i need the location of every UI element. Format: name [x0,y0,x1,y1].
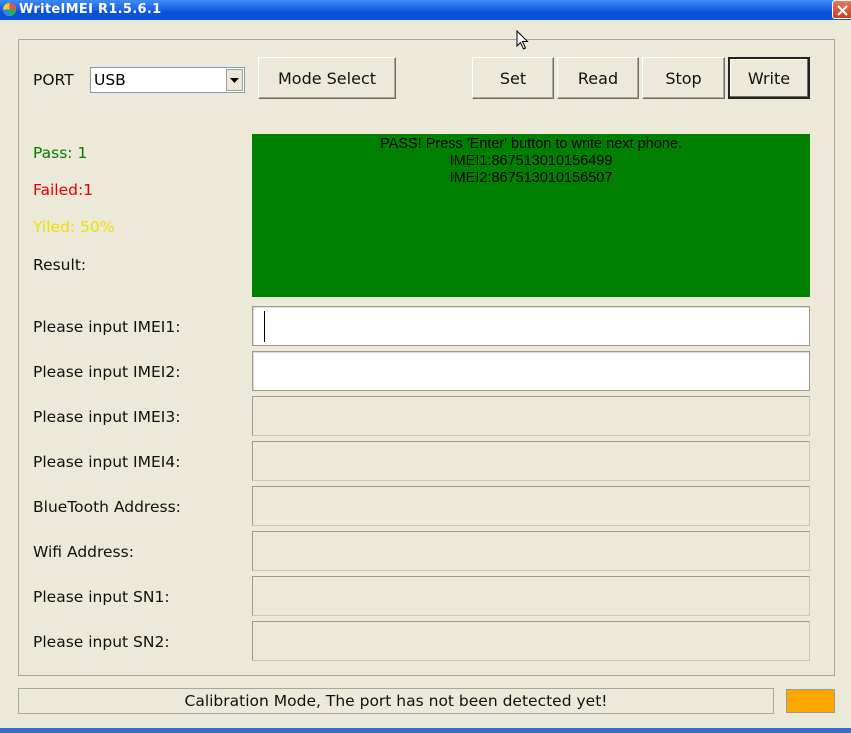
imei4-label: Please input IMEI4: [33,453,181,471]
imei2-input[interactable] [252,351,810,391]
text-caret [264,311,265,342]
sn2-label: Please input SN2: [33,633,170,651]
pass-count: Pass: 1 [33,144,88,162]
yield-rate: Yiled: 50% [33,218,115,236]
imei4-input [252,441,810,481]
dropdown-button[interactable] [226,69,243,91]
result-message: PASS! Press 'Enter' button to write next… [380,136,682,152]
sn1-label: Please input SN1: [33,588,170,606]
result-imei1: IMEI1:867513010156499 [449,153,613,169]
failed-count: Failed:1 [33,181,94,199]
window-title: WriteIMEI R1.5.6.1 [19,2,162,17]
imei1-label: Please input IMEI1: [33,318,181,336]
imei3-label: Please input IMEI3: [33,408,181,426]
mode-select-button[interactable]: Mode Select [258,57,396,99]
imei2-label: Please input IMEI2: [33,363,181,381]
app-icon [2,2,17,17]
mouse-cursor-icon [516,30,529,50]
stop-button[interactable]: Stop [642,57,725,99]
bluetooth-input [252,486,810,526]
port-select[interactable]: USB [90,67,245,93]
port-label: PORT [33,71,74,89]
result-label: Result: [33,256,87,274]
port-select-value: USB [94,71,126,89]
status-bar: Calibration Mode, The port has not been … [18,688,774,714]
bluetooth-label: BlueTooth Address: [33,498,181,516]
wifi-label: Wifi Address: [33,543,134,561]
status-indicator [786,689,835,713]
imei3-input [252,396,810,436]
title-bar[interactable]: WriteIMEI R1.5.6.1 [0,0,851,20]
taskbar-edge [0,728,851,733]
sn1-input [252,576,810,616]
read-button[interactable]: Read [557,57,639,99]
result-imei2: IMEI2:867513010156507 [449,170,613,186]
wifi-input [252,531,810,571]
sn2-input [252,621,810,661]
close-button[interactable] [832,0,851,19]
imei1-input[interactable] [252,306,810,346]
result-panel: PASS! Press 'Enter' button to write next… [252,134,810,297]
chevron-down-icon [230,78,239,83]
close-icon [837,5,848,16]
write-button[interactable]: Write [728,57,810,99]
set-button[interactable]: Set [472,57,554,99]
